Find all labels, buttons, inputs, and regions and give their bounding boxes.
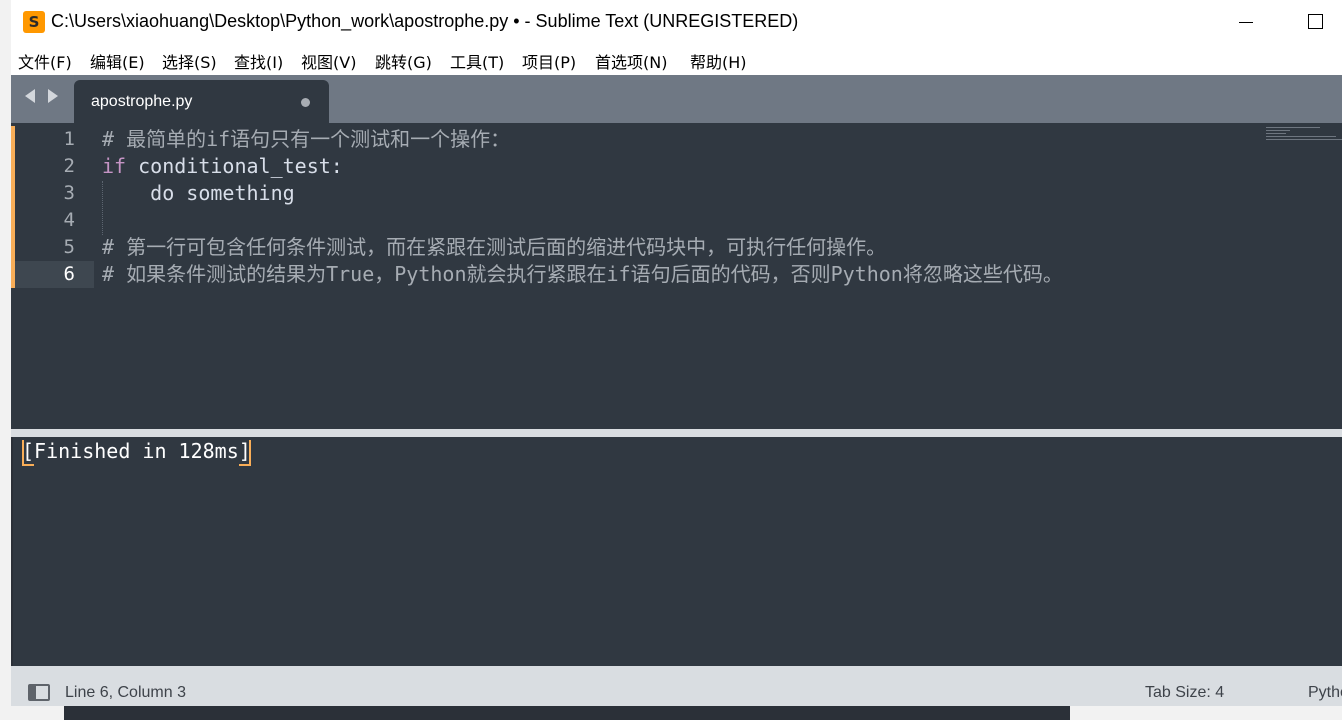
minimize-icon[interactable]	[1228, 6, 1264, 38]
title-bar: S C:\Users\xiaohuang\Desktop\Python_work…	[11, 0, 1342, 44]
build-output-text: [Finished in 128ms]	[22, 437, 251, 466]
code-token: do something	[102, 181, 295, 205]
comment-token: # 最简单的if语句只有一个测试和一个操作：	[102, 127, 511, 151]
menu-view[interactable]: 视图(V)	[301, 49, 356, 73]
maximize-icon[interactable]	[1297, 6, 1333, 38]
code-line-2[interactable]: if conditional_test:	[102, 153, 343, 180]
menu-goto[interactable]: 跳转(G)	[375, 49, 432, 73]
window-title: C:\Users\xiaohuang\Desktop\Python_work\a…	[51, 11, 799, 31]
line-number: 4	[63, 209, 75, 231]
tab-prev-icon[interactable]	[25, 89, 35, 103]
code-editor[interactable]: 1 2 3 4 5 6 # 最简单的if语句只有一个测试和一个操作： if co…	[11, 123, 1342, 429]
cursor-position[interactable]: Line 6, Column 3	[65, 684, 186, 702]
sublime-icon: S	[23, 11, 45, 33]
build-output-panel[interactable]: [Finished in 128ms]	[13, 437, 1342, 666]
unsaved-dot-icon[interactable]	[301, 98, 310, 107]
menu-bar: 文件(F) 编辑(E) 选择(S) 查找(I) 视图(V) 跳转(G) 工具(T…	[11, 44, 1342, 75]
line-number: 3	[63, 182, 75, 204]
comment-token: # 第一行可包含任何条件测试，而在紧跟在测试后面的缩进代码块中，可执行任何操作。	[102, 235, 887, 259]
menu-find[interactable]: 查找(I)	[234, 49, 283, 73]
minimap[interactable]	[1266, 127, 1342, 147]
code-token: conditional_test:	[126, 154, 343, 178]
build-result: Finished in 128ms	[34, 439, 239, 463]
menu-file[interactable]: 文件(F)	[18, 49, 72, 73]
background-window	[64, 706, 1070, 720]
tab-label: apostrophe.py	[91, 93, 193, 110]
tab-next-icon[interactable]	[48, 89, 58, 103]
comment-token: # 如果条件测试的结果为True，Python就会执行紧跟在if语句后面的代码，…	[102, 262, 1063, 286]
line-number: 1	[63, 128, 75, 150]
code-line-5[interactable]: # 第一行可包含任何条件测试，而在紧跟在测试后面的缩进代码块中，可执行任何操作。	[102, 234, 886, 261]
tab-size[interactable]: Tab Size: 4	[1145, 684, 1224, 702]
menu-edit[interactable]: 编辑(E)	[90, 49, 145, 73]
bracket-close: ]	[238, 439, 251, 466]
tab-apostrophe-py[interactable]: apostrophe.py	[74, 80, 329, 123]
menu-help[interactable]: 帮助(H)	[690, 49, 747, 73]
line-number: 5	[63, 236, 75, 258]
keyword-token: if	[102, 154, 127, 178]
syntax-mode[interactable]: Python	[1308, 684, 1342, 702]
menu-tools[interactable]: 工具(T)	[450, 49, 504, 73]
tab-strip: apostrophe.py	[11, 75, 1342, 123]
menu-project[interactable]: 项目(P)	[522, 49, 576, 73]
line-number: 2	[63, 155, 75, 177]
status-bar: Line 6, Column 3 Tab Size: 4 Python	[11, 666, 1342, 706]
code-line-3[interactable]: do something	[102, 180, 295, 207]
menu-selection[interactable]: 选择(S)	[162, 49, 217, 73]
code-line-6[interactable]: # 如果条件测试的结果为True，Python就会执行紧跟在if语句后面的代码，…	[102, 261, 1063, 288]
desktop-edge	[0, 0, 11, 720]
code-line-1[interactable]: # 最简单的if语句只有一个测试和一个操作：	[102, 126, 510, 153]
panel-toggle-icon[interactable]	[28, 684, 50, 701]
bracket-open: [	[22, 439, 35, 466]
panel-splitter[interactable]	[11, 429, 1342, 437]
menu-preferences[interactable]: 首选项(N)	[595, 49, 667, 73]
line-number-active: 6	[63, 263, 75, 285]
